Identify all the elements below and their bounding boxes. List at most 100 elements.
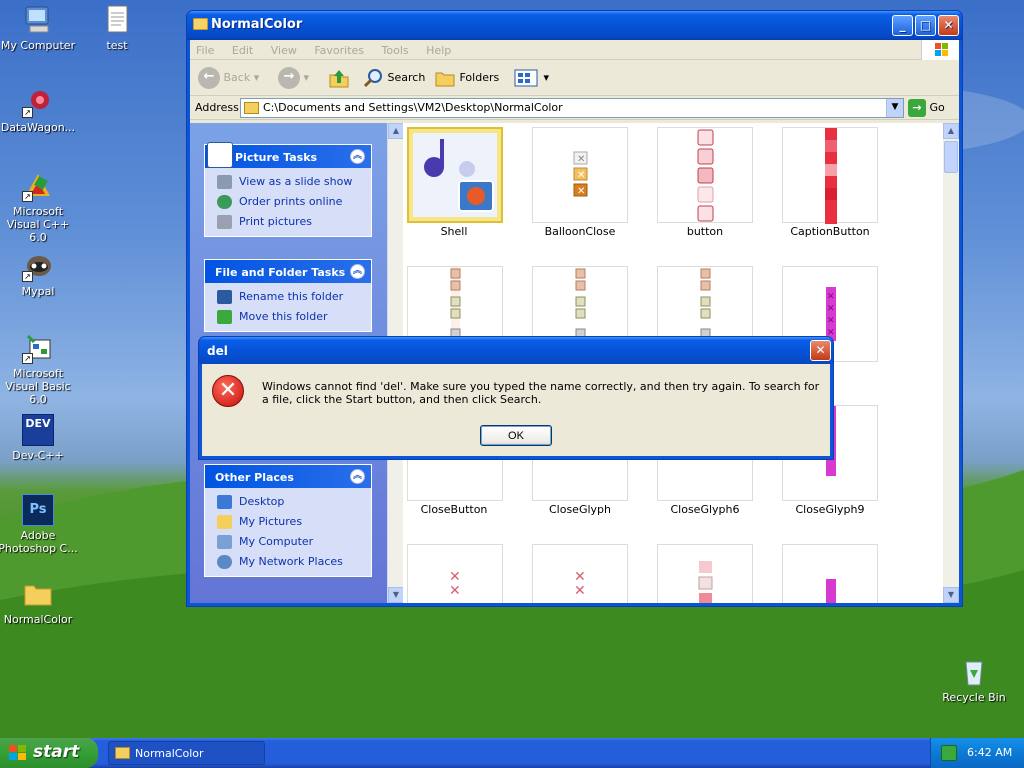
folders-label: Folders (459, 71, 500, 84)
dialog-title-bar[interactable]: del ✕ (199, 337, 833, 364)
file-folder-tasks-panel: File and Folder Tasks ︽ Rename this fold… (204, 259, 372, 332)
svg-text:✕: ✕ (577, 154, 585, 165)
up-folder-button[interactable] (328, 66, 350, 90)
file-name: BalloonClose (544, 225, 616, 238)
file-folder-tasks-header[interactable]: File and Folder Tasks ︽ (205, 260, 371, 283)
file-thumbnail (782, 544, 878, 603)
shortcut-arrow-icon: ↗ (22, 353, 33, 364)
folder-icon (193, 18, 208, 30)
views-button[interactable]: ▾ (514, 66, 549, 90)
address-value: C:\Documents and Settings\VM2\Desktop\No… (263, 101, 563, 114)
place-my-network[interactable]: My Network Places (217, 552, 371, 572)
place-desktop[interactable]: Desktop (217, 492, 371, 512)
windows-flag-icon (9, 745, 27, 761)
other-places-panel: Other Places ︽ Desktop My Pictures My Co… (204, 464, 372, 577)
file-name: CloseGlyph9 (795, 503, 865, 516)
menu-file[interactable]: File (196, 44, 214, 57)
address-input[interactable]: C:\Documents and Settings\VM2\Desktop\No… (240, 98, 904, 118)
maximize-button[interactable]: □ (915, 15, 936, 36)
collapse-chevron-icon[interactable]: ︽ (350, 264, 365, 279)
task-move-folder[interactable]: Move this folder (217, 307, 371, 327)
taskbar: start NormalColor 6:42 AM (0, 738, 1024, 768)
folder-icon (22, 578, 54, 610)
move-folder-icon (217, 310, 232, 324)
desktop-icon-label: Dev-C++ (12, 449, 64, 462)
desktop-icon-label: Mypal (21, 285, 55, 298)
folders-button[interactable]: Folders (434, 66, 499, 90)
ok-button[interactable]: OK (480, 425, 552, 446)
dialog-body: ✕ Windows cannot find 'del'. Make sure y… (202, 364, 830, 456)
scroll-up-button[interactable]: ▲ (388, 123, 404, 139)
printer-icon (217, 215, 232, 229)
picture-tasks-body: View as a slide show Order prints online… (205, 168, 371, 236)
network-tray-icon[interactable] (941, 745, 957, 761)
desktop-icon-label: NormalColor (3, 613, 73, 626)
visual-cpp-icon: ↗ (22, 170, 54, 202)
desktop-icon-dev-cpp[interactable]: DEV Dev-C++ (0, 414, 78, 462)
scroll-up-button[interactable]: ▲ (943, 123, 959, 139)
desktop-icon-label: Microsoft Visual C++ 6.0 (6, 205, 70, 244)
svg-text:✕: ✕ (449, 583, 461, 599)
place-my-computer[interactable]: My Computer (217, 532, 371, 552)
dev-cpp-badge: DEV (25, 417, 51, 430)
task-order-prints[interactable]: Order prints online (217, 192, 371, 212)
forward-button[interactable]: → ▾ (278, 66, 309, 90)
picture-tasks-header[interactable]: Picture Tasks ︽ (205, 142, 371, 168)
desktop-icon-visual-cpp[interactable]: ↗ Microsoft Visual C++ 6.0 (0, 170, 78, 244)
desktop-icon-normalcolor[interactable]: NormalColor (0, 578, 78, 626)
desktop-icon-label: Microsoft Visual Basic 6.0 (5, 367, 71, 406)
scroll-thumb[interactable] (944, 141, 958, 173)
desktop-icon-visual-basic[interactable]: ↗ Microsoft Visual Basic 6.0 (0, 332, 78, 406)
place-my-pictures[interactable]: My Pictures (217, 512, 371, 532)
desktop-icon-datawagon[interactable]: ↗ DataWagon... (0, 86, 78, 134)
other-places-title: Other Places (215, 471, 294, 484)
other-places-header[interactable]: Other Places ︽ (205, 465, 371, 488)
clock[interactable]: 6:42 AM (967, 746, 1012, 759)
address-dropdown-button[interactable]: ▼ (886, 99, 903, 117)
go-button[interactable]: → Go (908, 99, 945, 117)
shortcut-arrow-icon: ↗ (22, 191, 33, 202)
menu-edit[interactable]: Edit (232, 44, 253, 57)
search-icon (362, 69, 388, 88)
desktop-icon-recycle-bin[interactable]: Recycle Bin (934, 656, 1014, 704)
file-view-scrollbar[interactable]: ▲ ▼ (943, 123, 959, 603)
file-name: CloseButton (420, 503, 488, 516)
address-bar: Address C:\Documents and Settings\VM2\De… (190, 96, 959, 120)
file-thumbnail (657, 544, 753, 603)
start-button[interactable]: start (0, 738, 98, 768)
collapse-chevron-icon[interactable]: ︽ (350, 469, 365, 484)
collapse-chevron-icon[interactable]: ︽ (350, 149, 365, 164)
scroll-down-button[interactable]: ▼ (388, 587, 404, 603)
task-view-slide-show[interactable]: View as a slide show (217, 172, 371, 192)
desktop-icon-my-computer[interactable]: My Computer (0, 4, 78, 52)
back-button[interactable]: ← Back ▾ (198, 66, 259, 90)
taskbar-item-normalcolor[interactable]: NormalColor (108, 741, 265, 765)
file-thumbnail: ✕ ✕ ✕ (532, 127, 628, 223)
file-name: CloseGlyph (548, 503, 611, 516)
scroll-down-button[interactable]: ▼ (943, 587, 959, 603)
menu-view[interactable]: View (271, 44, 297, 57)
pictures-icon (207, 142, 233, 168)
task-print-pictures[interactable]: Print pictures (217, 212, 371, 232)
desktop-icon-label: My Computer (0, 39, 76, 52)
close-button[interactable]: ✕ (938, 15, 959, 36)
search-button[interactable]: Search (362, 66, 425, 90)
rename-icon (217, 290, 232, 304)
start-label: start (33, 742, 80, 762)
dialog-title: del (207, 344, 228, 358)
file-name: CaptionButton (790, 225, 870, 238)
menu-tools[interactable]: Tools (382, 44, 409, 57)
dialog-close-button[interactable]: ✕ (810, 340, 831, 361)
my-pictures-icon (217, 515, 232, 529)
desktop-icon-test[interactable]: test (77, 4, 157, 52)
desktop-icon-mypal[interactable]: ↗ Mypal (0, 250, 78, 298)
minimize-button[interactable]: _ (892, 15, 913, 36)
menu-help[interactable]: Help (426, 44, 451, 57)
photoshop-icon: Ps (22, 494, 54, 526)
desktop-icon-photoshop[interactable]: Ps Adobe Photoshop C... (0, 494, 78, 555)
menu-favorites[interactable]: Favorites (314, 44, 364, 57)
task-rename-folder[interactable]: Rename this folder (217, 287, 371, 307)
explorer-title-bar[interactable]: NormalColor _ □ ✕ (187, 11, 962, 40)
windows-logo-icon (921, 40, 959, 60)
picture-tasks-panel: Picture Tasks ︽ View as a slide show Ord… (204, 142, 372, 237)
